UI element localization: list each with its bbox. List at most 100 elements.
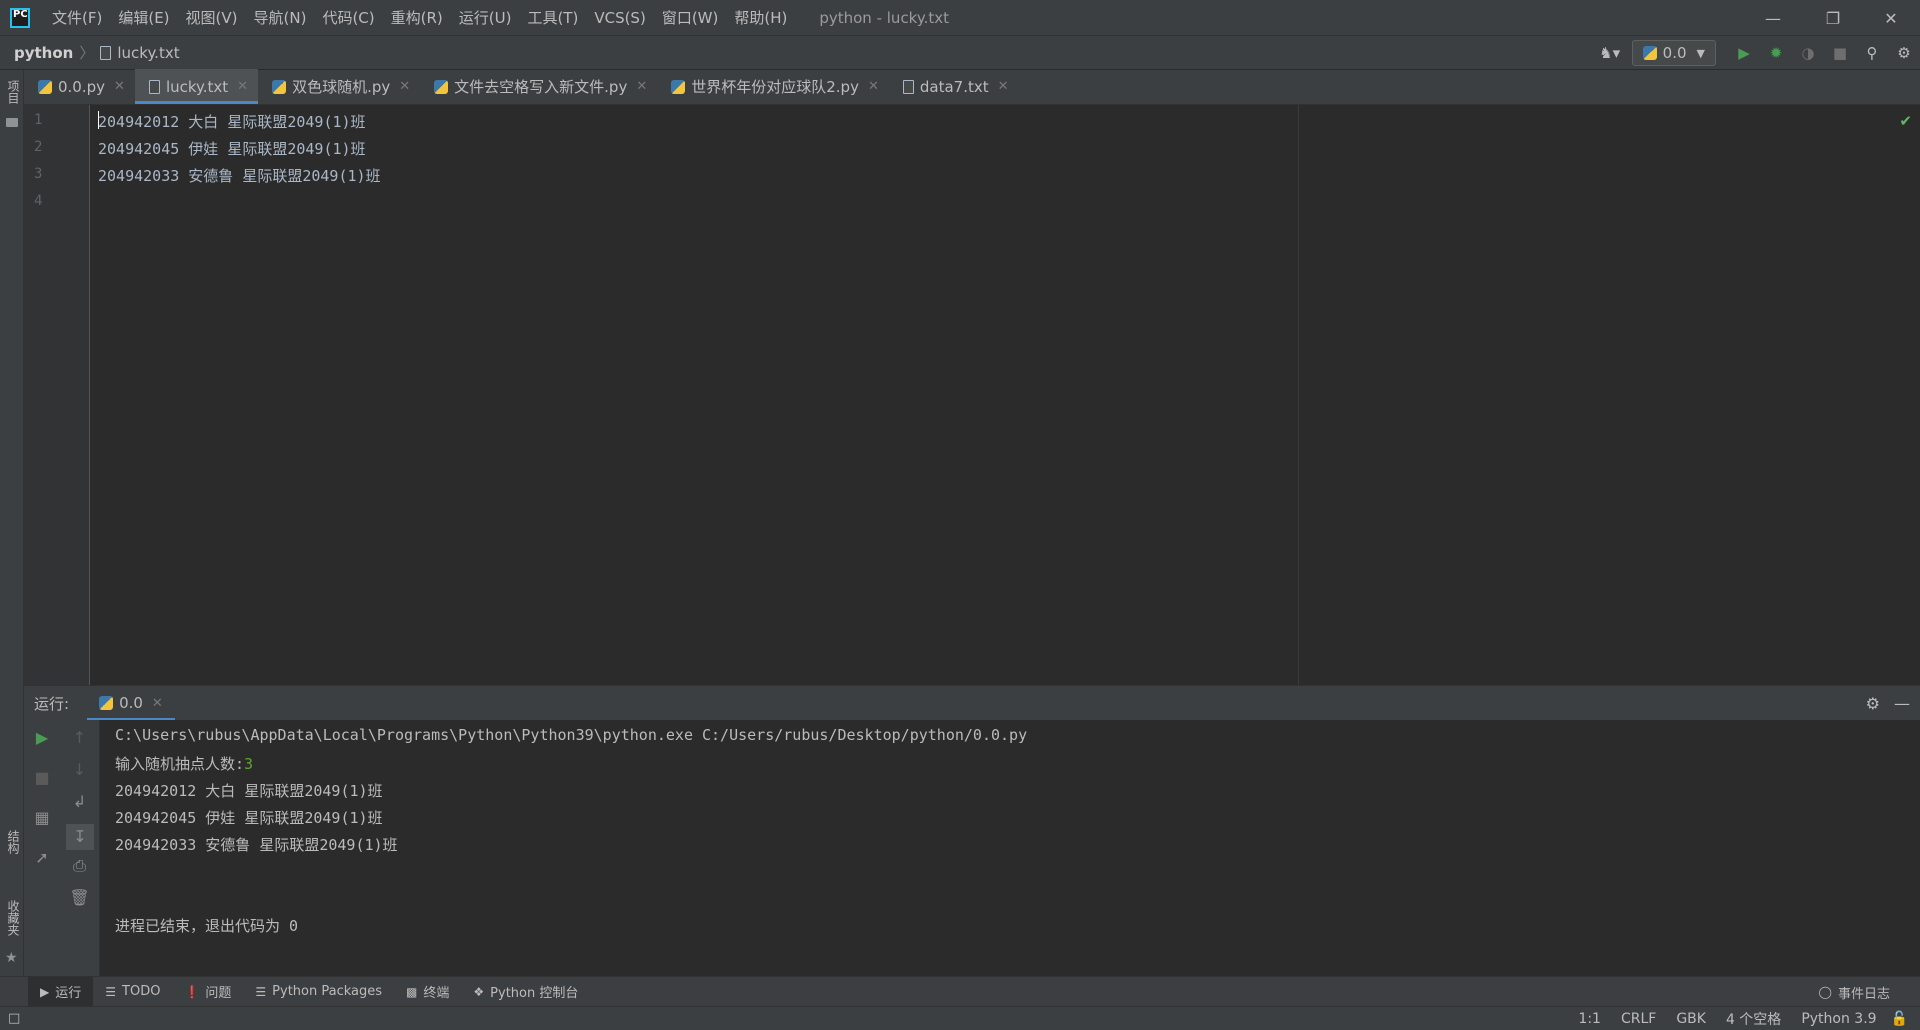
menu-run[interactable]: 运行(U)	[451, 0, 520, 36]
event-log-button[interactable]: ◯ 事件日志	[1819, 977, 1890, 1007]
console-output-line: 204942033 安德鲁 星际联盟2049(1)班	[115, 836, 398, 854]
chevron-down-icon: ▼	[1696, 46, 1705, 60]
indent-setting[interactable]: 4 个空格	[1716, 1009, 1791, 1029]
close-window-icon[interactable]: ✕	[1862, 0, 1920, 36]
tab-shuangseqiu-py[interactable]: 双色球随机.py ✕	[258, 69, 420, 104]
console-exit-message: 进程已结束，退出代码为 0	[115, 917, 299, 935]
run-settings-gear-icon[interactable]: ⚙	[1866, 686, 1880, 721]
line-number-gutter: 1 2 3 4	[24, 105, 90, 685]
todo-tool-label: TODO	[122, 984, 161, 999]
close-tab-icon[interactable]: ✕	[998, 79, 1009, 94]
run-tool-button[interactable]: ▶ 运行	[28, 976, 94, 1007]
close-tab-icon[interactable]: ✕	[636, 79, 647, 94]
menu-help[interactable]: 帮助(H)	[726, 0, 795, 36]
coverage-icon[interactable]: ◑	[1792, 36, 1824, 70]
hide-panel-icon[interactable]: —	[1894, 686, 1910, 721]
tab-worldcup-py[interactable]: 世界杯年份对应球队2.py ✕	[657, 69, 889, 104]
stop-icon[interactable]: ■	[24, 768, 60, 787]
run-tab-label: 0.0	[119, 694, 143, 712]
close-tab-icon[interactable]: ✕	[868, 79, 879, 94]
python-file-icon	[434, 79, 449, 94]
scroll-to-end-icon[interactable]: ↧	[66, 824, 94, 850]
close-tab-icon[interactable]: ✕	[399, 79, 410, 94]
breadcrumb-file[interactable]: lucky.txt	[100, 44, 180, 62]
run-console[interactable]: C:\Users\rubus\AppData\Local\Programs\Py…	[100, 720, 1920, 976]
python-console-tool-button[interactable]: ❖ Python 控制台	[461, 977, 590, 1007]
arrow-down-icon[interactable]: ↓	[60, 760, 99, 779]
search-icon[interactable]: ⚲	[1856, 36, 1888, 70]
lock-icon[interactable]: 🔓	[1887, 1011, 1912, 1027]
python-console-tool-label: Python 控制台	[490, 986, 579, 1001]
caret-position[interactable]: 1:1	[1568, 1011, 1611, 1027]
folder-icon	[6, 118, 18, 127]
run-tab[interactable]: 0.0 ✕	[87, 686, 175, 721]
problems-tool-button[interactable]: ❗ 问题	[172, 977, 243, 1007]
menu-file[interactable]: 文件(F)	[44, 0, 110, 36]
print-icon[interactable]: ⎙	[60, 856, 99, 876]
stop-icon[interactable]: ■	[1824, 36, 1856, 70]
console-prompt-line: 输入随机抽点人数:3	[115, 753, 253, 774]
soft-wrap-icon[interactable]: ↲	[60, 792, 99, 811]
inspection-ok-check-icon[interactable]: ✔	[1899, 112, 1912, 130]
run-configuration-select[interactable]: 0.0 ▼	[1631, 40, 1716, 66]
menu-edit[interactable]: 编辑(E)	[110, 0, 177, 36]
project-tool-button[interactable]: 项目	[2, 80, 22, 104]
window-title: python - lucky.txt	[819, 8, 949, 27]
breadcrumb-project[interactable]: python	[14, 44, 73, 62]
code-editor[interactable]: 204942012 大白 星际联盟2049(1)班 204942045 伊娃 星…	[90, 105, 1920, 685]
status-bar: □ 1:1 CRLF GBK 4 个空格 Python 3.9 🔓	[0, 1006, 1920, 1030]
event-log-label: 事件日志	[1837, 986, 1890, 1002]
python-packages-tool-button[interactable]: ☰ Python Packages	[243, 977, 394, 1007]
menu-window[interactable]: 窗口(W)	[654, 0, 727, 36]
favorites-tool-button[interactable]: 收藏夹	[2, 900, 22, 936]
close-tab-icon[interactable]: ✕	[152, 696, 163, 711]
editor-tabs: 0.0.py ✕ lucky.txt ✕ 双色球随机.py ✕ 文件去空格写入新文件.…	[24, 69, 1920, 105]
tab-0-0-py[interactable]: 0.0.py ✕	[24, 69, 135, 104]
restore-icon[interactable]: ❐	[1804, 0, 1862, 36]
python-interpreter[interactable]: Python 3.9	[1791, 1011, 1886, 1027]
menu-code[interactable]: 代码(C)	[314, 0, 382, 36]
arrow-up-icon[interactable]: ↑	[60, 728, 99, 747]
user-icon[interactable]: ♞▾	[1588, 36, 1632, 70]
tool-windows-toggle-icon[interactable]: □	[8, 1011, 20, 1026]
code-line[interactable]: 204942012 大白 星际联盟2049(1)班	[98, 111, 366, 132]
file-encoding[interactable]: GBK	[1666, 1011, 1716, 1027]
close-tab-icon[interactable]: ✕	[114, 79, 125, 94]
run-toolbar-secondary: ↑ ↓ ↲ ↧ ⎙ 🗑	[60, 720, 100, 976]
tab-data7-txt[interactable]: data7.txt ✕	[889, 69, 1019, 104]
menu-vcs[interactable]: VCS(S)	[586, 0, 653, 36]
code-line[interactable]: 204942045 伊娃 星际联盟2049(1)班	[98, 138, 366, 159]
tab-lucky-txt[interactable]: lucky.txt ✕	[134, 69, 259, 104]
tab-label: 双色球随机.py	[292, 78, 391, 96]
left-tool-strip: 项目 结构 收藏夹 ★	[0, 70, 24, 976]
pin-icon[interactable]: ➚	[24, 848, 60, 867]
run-toolbar-primary: ▶ ■ ▦ ➚	[24, 720, 60, 976]
right-margin-guide	[1298, 105, 1299, 685]
tab-strip-spaces-py[interactable]: 文件去空格写入新文件.py ✕	[420, 69, 657, 104]
close-tab-icon[interactable]: ✕	[237, 79, 248, 94]
code-line[interactable]: 204942033 安德鲁 星际联盟2049(1)班	[98, 165, 381, 186]
menu-refactor[interactable]: 重构(R)	[383, 0, 451, 36]
python-packages-tool-label: Python Packages	[272, 984, 383, 999]
line-separator[interactable]: CRLF	[1611, 1011, 1666, 1027]
run-icon[interactable]: ▶	[1728, 36, 1760, 70]
menu-tools[interactable]: 工具(T)	[519, 0, 586, 36]
bottom-tool-bar: ▶ 运行 ☰ TODO ❗ 问题 ☰ Python Packages ▩ 终端 ❖ Pyth…	[0, 976, 1920, 1007]
trash-icon[interactable]: 🗑	[60, 888, 99, 907]
minimize-icon[interactable]: —	[1744, 0, 1802, 36]
debug-icon[interactable]: ✹	[1760, 36, 1792, 70]
line-number: 1	[34, 112, 43, 128]
rerun-icon[interactable]: ▶	[24, 728, 60, 747]
todo-tool-button[interactable]: ☰ TODO	[93, 977, 172, 1007]
structure-tool-button[interactable]: 结构	[2, 830, 22, 854]
settings-gear-icon[interactable]: ⚙	[1888, 36, 1920, 70]
menu-navigate[interactable]: 导航(N)	[246, 0, 315, 36]
layout-icon[interactable]: ▦	[24, 808, 60, 827]
terminal-tool-button[interactable]: ▩ 终端	[394, 977, 461, 1007]
navigation-bar: python 〉 lucky.txt ♞▾ 0.0 ▼ ▶ ✹ ◑ ■ ⚲ ⚙	[0, 36, 1920, 70]
toolbar-right: ♞▾ 0.0 ▼ ▶ ✹ ◑ ■ ⚲ ⚙	[1588, 36, 1920, 70]
line-number: 4	[34, 193, 43, 209]
tab-label: 0.0.py	[58, 77, 106, 96]
console-output-line: 204942045 伊娃 星际联盟2049(1)班	[115, 809, 383, 827]
menu-view[interactable]: 视图(V)	[178, 0, 246, 36]
